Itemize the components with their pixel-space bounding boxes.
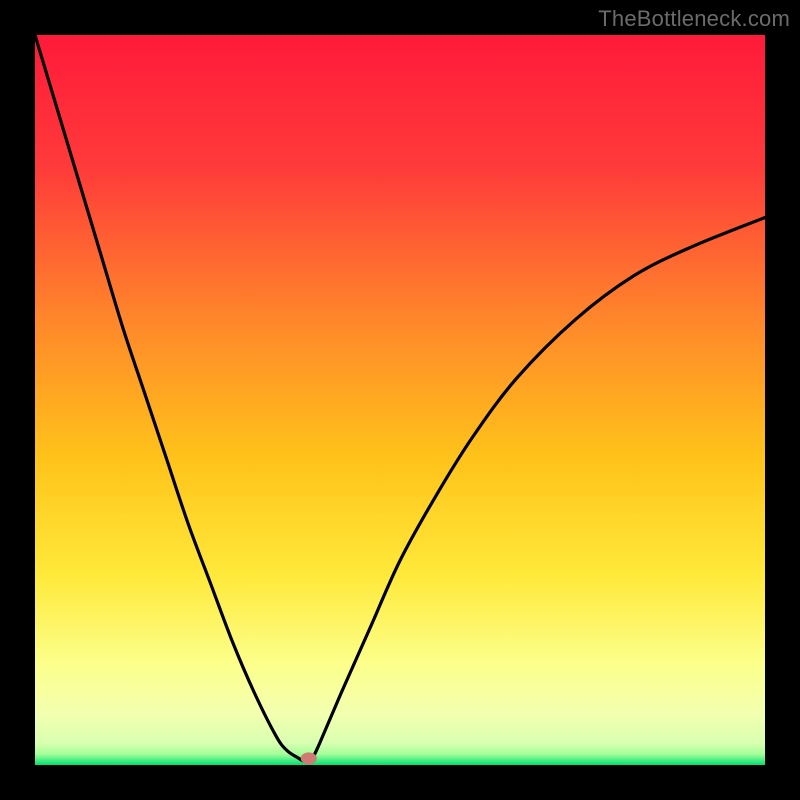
valley-marker <box>301 752 317 764</box>
plot-svg <box>35 35 765 765</box>
plot-area <box>35 35 765 765</box>
watermark-text: TheBottleneck.com <box>598 6 790 32</box>
gradient-bg <box>35 35 765 765</box>
chart-frame: TheBottleneck.com <box>0 0 800 800</box>
